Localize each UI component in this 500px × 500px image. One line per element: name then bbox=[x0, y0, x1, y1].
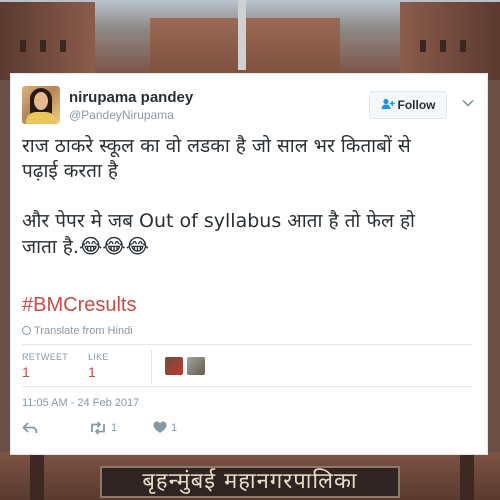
translate-link[interactable]: Translate from Hindi bbox=[22, 325, 133, 337]
building-signboard: बृहन्मुंबई महानगरपालिका bbox=[100, 466, 400, 498]
tweet-text-segment: जाता है. bbox=[22, 236, 79, 258]
background-building-bottom: बृहन्मुंबई महानगरपालिका bbox=[0, 452, 500, 500]
background-building-top bbox=[0, 0, 500, 80]
retweet-icon bbox=[91, 421, 105, 435]
building-window bbox=[420, 40, 426, 52]
liker-avatar[interactable] bbox=[165, 357, 183, 375]
avatar[interactable] bbox=[22, 86, 60, 124]
reply-button[interactable] bbox=[22, 421, 38, 437]
like-stat-count[interactable]: 1 bbox=[88, 364, 96, 380]
tweet-text-line: पढ़ाई करता है bbox=[22, 160, 119, 182]
tweet-text: राज ठाकरे स्कूल का वो लडका है जो साल भर … bbox=[22, 134, 477, 260]
building-pillar bbox=[30, 452, 44, 500]
retweet-stat-count[interactable]: 1 bbox=[22, 364, 30, 380]
building-window bbox=[20, 40, 26, 52]
avatar-shirt bbox=[26, 112, 56, 124]
retweet-stat-label: RETWEET bbox=[22, 352, 69, 362]
tweet-text-line: जाता है.😂😂😂 bbox=[22, 234, 477, 260]
follow-button[interactable]: Follow bbox=[369, 91, 447, 119]
follow-user-icon bbox=[381, 98, 395, 110]
follow-button-label: Follow bbox=[397, 98, 436, 112]
heart-icon bbox=[153, 421, 167, 433]
building-window bbox=[460, 40, 466, 52]
tweet-timestamp[interactable]: 11:05 AM - 24 Feb 2017 bbox=[22, 397, 139, 409]
globe-icon bbox=[22, 326, 31, 335]
divider bbox=[22, 344, 472, 345]
retweet-action-count: 1 bbox=[111, 422, 118, 434]
building-window bbox=[440, 40, 446, 52]
building-window bbox=[60, 40, 66, 52]
like-stat-label: LIKE bbox=[88, 352, 109, 362]
hashtag-link[interactable]: #BMCresults bbox=[22, 294, 136, 317]
reply-icon bbox=[22, 422, 38, 434]
tweet-text-line: और पेपर मे जब Out of syllabus आता है तो … bbox=[22, 210, 415, 232]
retweet-button[interactable]: 1 bbox=[89, 421, 117, 437]
building-window bbox=[40, 40, 46, 52]
building-tower-left bbox=[0, 2, 95, 80]
stats-divider bbox=[151, 350, 152, 384]
liker-avatar[interactable] bbox=[187, 357, 205, 375]
divider bbox=[22, 386, 472, 387]
tweet-card: nirupama pandey @PandeyNirupama Follow र… bbox=[10, 73, 488, 455]
tweet-text-line: राज ठाकरे स्कूल का वो लडका है जो साल भर … bbox=[22, 135, 411, 157]
avatar-face bbox=[34, 92, 48, 110]
building-tower-right bbox=[400, 2, 500, 80]
building-pillar bbox=[460, 452, 474, 500]
author-handle[interactable]: @PandeyNirupama bbox=[69, 108, 174, 122]
laughing-emoji-icon: 😂😂😂 bbox=[78, 234, 150, 258]
author-name[interactable]: nirupama pandey bbox=[69, 89, 193, 106]
flag-pole bbox=[238, 0, 246, 70]
chevron-down-icon[interactable] bbox=[461, 96, 475, 110]
like-button[interactable]: 1 bbox=[153, 421, 177, 437]
translate-label: Translate from Hindi bbox=[34, 325, 133, 337]
like-action-count: 1 bbox=[171, 421, 178, 434]
